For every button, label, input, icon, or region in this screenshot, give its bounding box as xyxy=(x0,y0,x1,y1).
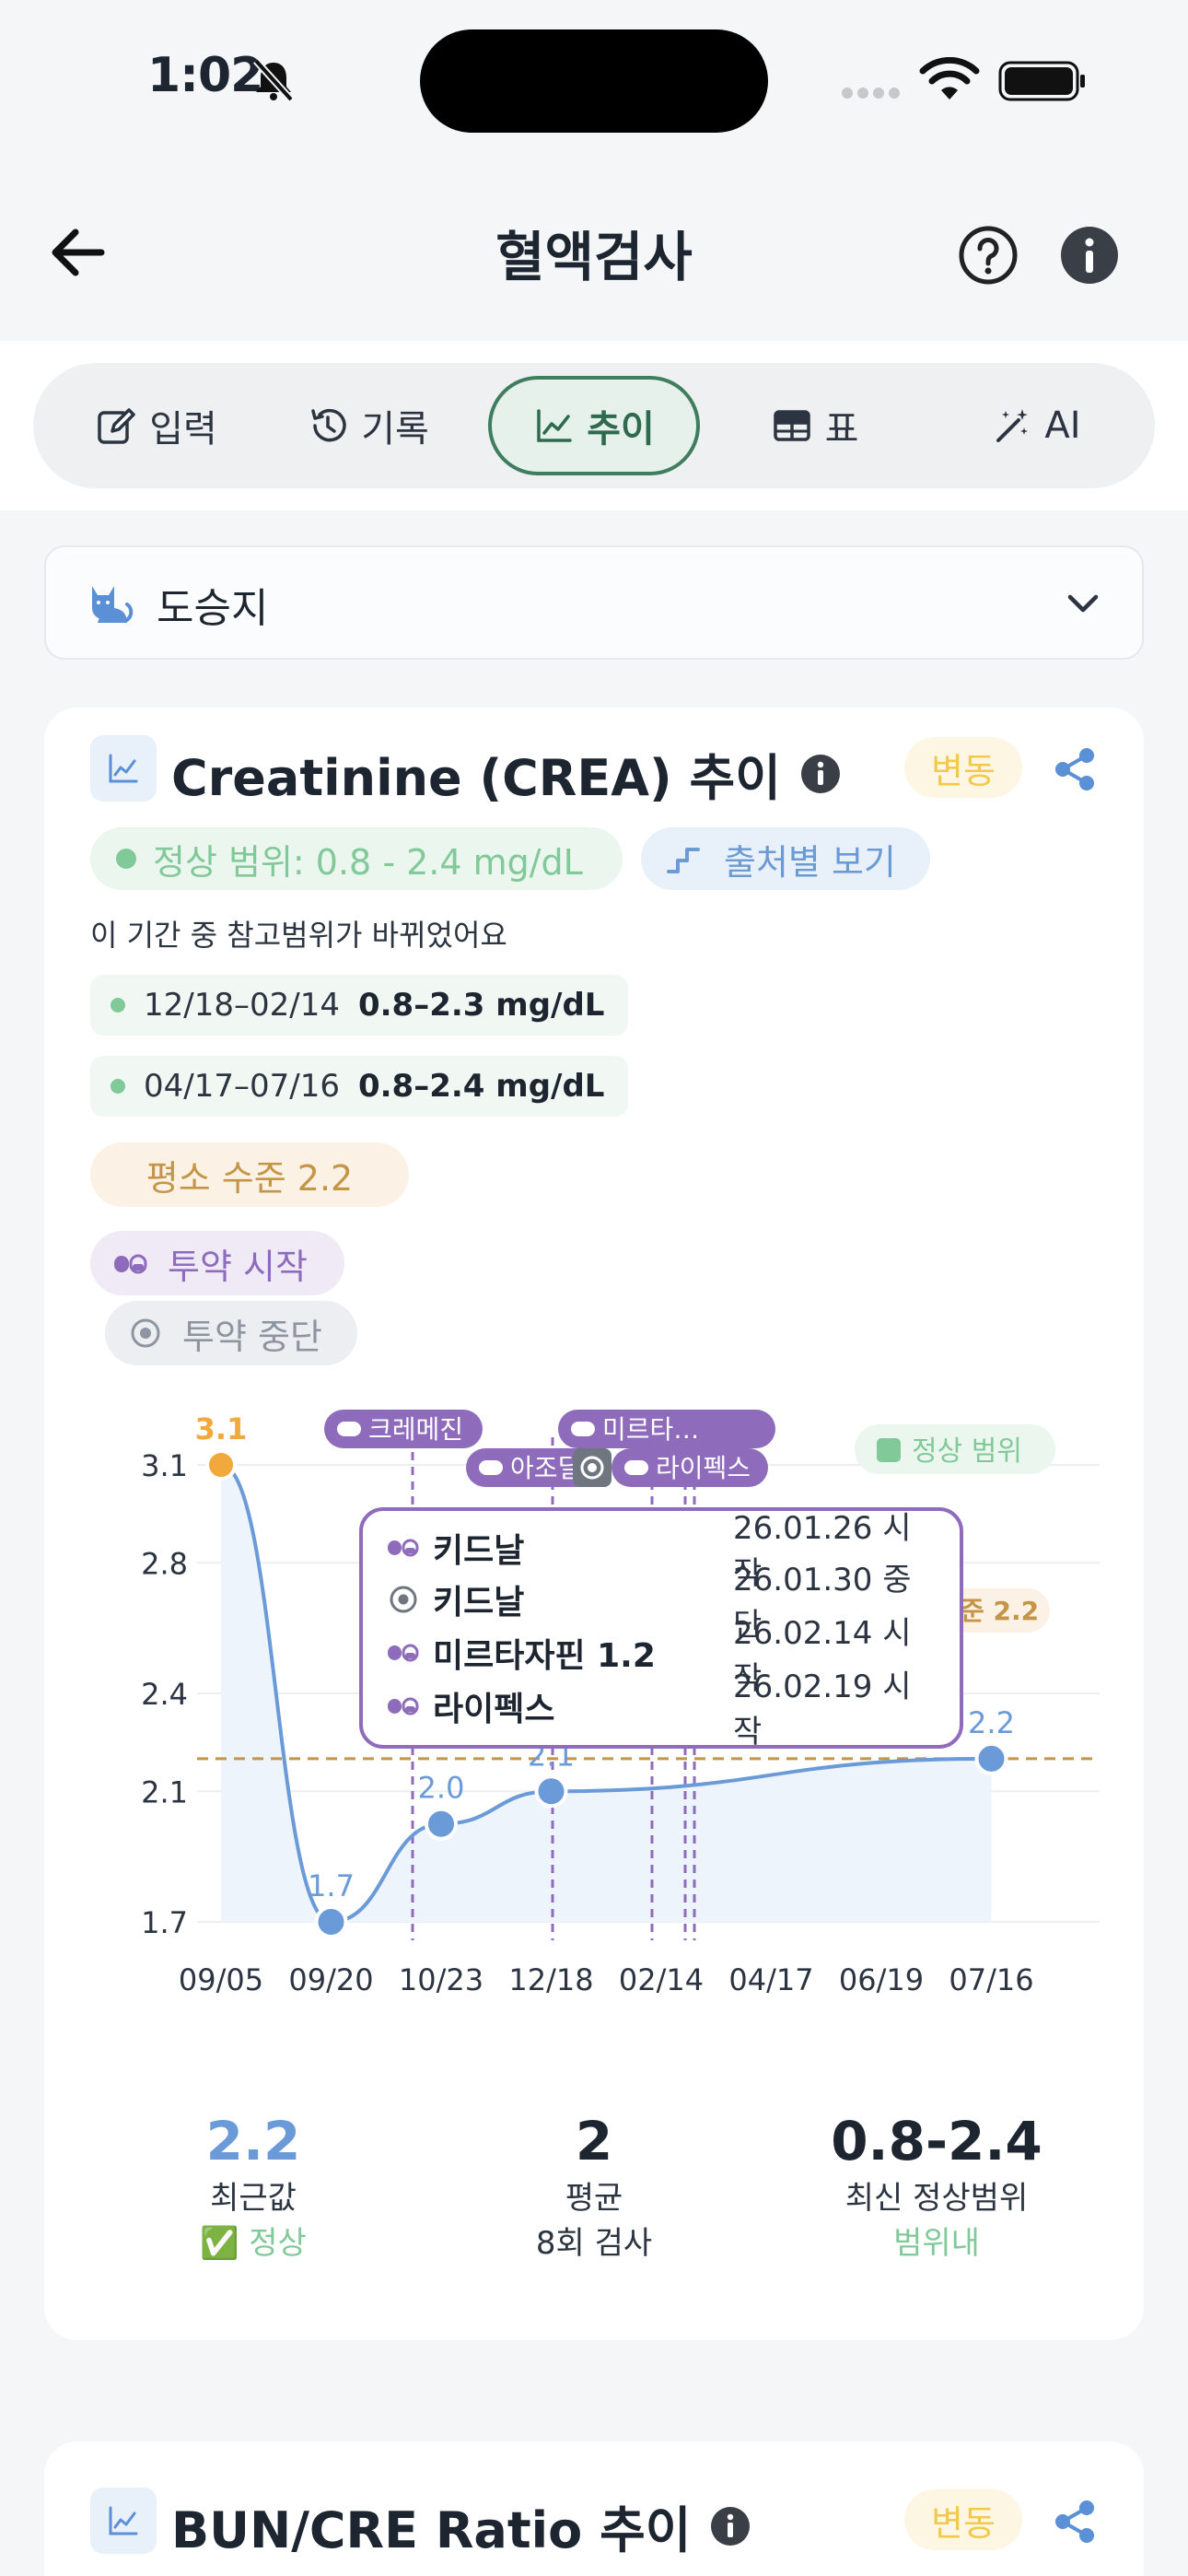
data-label: 3.1 xyxy=(195,1411,248,1446)
status-badge: 변동 xyxy=(904,2489,1022,2550)
data-point xyxy=(974,1741,1008,1775)
share-icon[interactable] xyxy=(1052,2499,1098,2545)
normal-range-legend-swatch xyxy=(877,1438,901,1462)
pill-icon xyxy=(388,1697,419,1715)
pill-icon xyxy=(388,1539,419,1557)
y-tick-label: 1.7 xyxy=(141,1905,188,1940)
stat-label: 최신 정상범위 xyxy=(844,2180,1029,2217)
x-tick-label: 04/17 xyxy=(728,1962,813,1997)
stat-sub: ✅ 정상 xyxy=(200,2225,307,2262)
x-tick-label: 02/14 xyxy=(619,1962,704,1997)
stop-icon xyxy=(390,1586,417,1613)
pill-icon xyxy=(479,1460,503,1475)
x-tick-label: 09/20 xyxy=(288,1962,373,1997)
data-point xyxy=(534,1774,568,1809)
tooltip-med-name: 키드날 xyxy=(433,1532,525,1570)
x-tick-label: 09/05 xyxy=(179,1962,263,1997)
stat-label: 평균 xyxy=(565,2180,623,2217)
card-title-text: BUN/CRE Ratio 추이 xyxy=(171,2501,692,2559)
stat-sub: 범위내 xyxy=(893,2225,980,2262)
stat-label: 최근값 xyxy=(210,2180,297,2217)
stop-icon-center xyxy=(588,1463,597,1472)
data-label: 1.7 xyxy=(308,1868,355,1903)
data-label: 2.2 xyxy=(968,1705,1015,1740)
data-point xyxy=(205,1449,237,1481)
pill-icon xyxy=(624,1460,648,1475)
tooltip-row: 라이펙스 26.02.19 시작 xyxy=(387,1669,939,1751)
data-label: 2.0 xyxy=(418,1771,465,1806)
y-tick-label: 2.4 xyxy=(141,1677,188,1712)
card-title: BUN/CRE Ratio 추이 xyxy=(171,2489,751,2562)
med-marker-label: 라이펙스 xyxy=(656,1453,751,1483)
stat-value: 2 xyxy=(575,2110,613,2172)
normal-range-legend-label: 정상 범위 xyxy=(912,1435,1022,1468)
data-point xyxy=(425,1807,458,1841)
trend-icon xyxy=(109,2506,138,2535)
x-tick-label: 07/16 xyxy=(949,1962,1033,1997)
card-title-icon-box xyxy=(90,2488,157,2554)
tooltip-med-name: 라이펙스 xyxy=(433,1691,555,1728)
med-marker-label: 미르타… xyxy=(602,1414,699,1445)
pill-icon xyxy=(388,1644,419,1662)
pill-icon xyxy=(571,1422,595,1436)
x-tick-label: 06/19 xyxy=(839,1962,924,1997)
med-marker-label: 아조딜 xyxy=(510,1453,581,1483)
stat-sub: 8회 검사 xyxy=(535,2225,653,2262)
stat-latest: 2.2 최근값 ✅ 정상 xyxy=(101,2110,405,2263)
y-tick-label: 2.8 xyxy=(141,1546,188,1581)
stat-value: 2.2 xyxy=(205,2110,301,2172)
tooltip-med-name: 미르타자핀 1.2 xyxy=(433,1637,656,1675)
y-tick-label: 3.1 xyxy=(141,1448,188,1483)
med-marker-label: 크레메진 xyxy=(368,1414,463,1445)
stat-normal-range: 0.8-2.4 최신 정상범위 범위내 xyxy=(785,2110,1089,2263)
data-point xyxy=(314,1905,348,1938)
info-icon[interactable] xyxy=(709,2505,751,2547)
pill-icon xyxy=(337,1422,361,1436)
stat-average: 2 평균 8회 검사 xyxy=(442,2110,746,2263)
tooltip-med-name: 키드날 xyxy=(433,1584,525,1622)
stat-value: 0.8-2.4 xyxy=(831,2110,1042,2172)
x-tick-label: 10/23 xyxy=(399,1962,483,1997)
x-tick-label: 12/18 xyxy=(508,1962,593,1997)
tooltip-med-date: 26.02.19 시작 xyxy=(733,1669,912,1751)
y-tick-label: 2.1 xyxy=(141,1774,188,1809)
